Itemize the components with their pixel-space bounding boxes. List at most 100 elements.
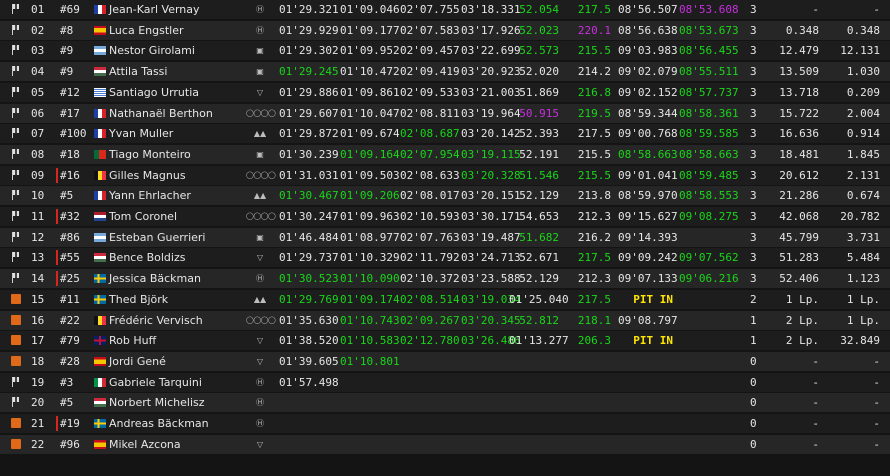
table-row[interactable]: 22 #96 Mikel Azcona ▽ 0 - - <box>0 434 890 454</box>
position: 20 <box>31 396 45 410</box>
table-row[interactable]: 03 #9 Nestor Girolami ▣ 01'29.302 01'09.952 02… <box>0 41 890 61</box>
driver-name[interactable]: Nestor Girolami <box>109 41 195 60</box>
speed-trap-1: 50.915 <box>519 106 559 120</box>
driver-name[interactable]: Santiago Urrutia <box>109 83 199 102</box>
speed-trap-2: 216.8 <box>577 85 611 99</box>
driver-name[interactable]: Tom Coronel <box>109 207 177 226</box>
driver-name[interactable]: Rob Huff <box>109 331 156 350</box>
sector-1: 01'10.743 <box>340 313 400 327</box>
position: 19 <box>31 375 45 389</box>
laps-completed: 1 <box>750 313 757 327</box>
table-row[interactable]: 19 #3 Gabriele Tarquini Ⓗ 01'57.498 0 - - <box>0 372 890 392</box>
table-row[interactable]: 18 #28 Jordi Gené ▽ 01'39.605 01'10.801 0 - - <box>0 351 890 371</box>
sector-1: 01'09.174 <box>340 292 400 306</box>
driver-name[interactable]: Nathanaël Berthon <box>109 104 213 123</box>
driver-name[interactable]: Jean-Karl Vernay <box>109 0 200 19</box>
table-row[interactable]: 09 #16 Gilles Magnus ◯◯◯◯ 01'31.031 01'09.503… <box>0 165 890 185</box>
speed-trap-1 <box>509 352 559 371</box>
driver-name[interactable]: Norbert Michelisz <box>109 393 205 412</box>
checkered-flag-icon <box>11 66 21 77</box>
table-row[interactable]: 15 #11 Thed Björk ▲▲ 01'29.769 01'09.174 02'08… <box>0 289 890 309</box>
position: 14 <box>31 272 45 286</box>
driver-name[interactable]: Thed Björk <box>109 290 168 309</box>
table-row[interactable]: 13 #55 Bence Boldizs ▽ 01'29.737 01'10.329 02'… <box>0 248 890 268</box>
driver-name[interactable]: Jordi Gené <box>109 352 166 371</box>
last-lap: 08'56.638 <box>618 23 678 37</box>
best-lap: 01'35.630 <box>279 313 339 327</box>
table-row[interactable]: 14 #25 Jessica Bäckman Ⓗ 01'30.523 01'10.090 0… <box>0 269 890 289</box>
best-lap: 01'29.872 <box>279 127 339 141</box>
car-number: #5 <box>60 189 74 203</box>
checkered-flag-icon <box>11 273 21 284</box>
speed-trap-1: 52.020 <box>519 65 559 79</box>
interval: 1 Lp. <box>846 292 880 306</box>
driver-name[interactable]: Andreas Bäckman <box>109 414 209 433</box>
best-lap-time: 08'58.663 <box>679 147 739 161</box>
best-lap: 01'57.498 <box>279 375 339 389</box>
table-row[interactable]: 05 #12 Santiago Urrutia ▽ 01'29.886 01'09.861… <box>0 82 890 102</box>
table-row[interactable]: 20 #5 Norbert Michelisz Ⓗ 0 - - <box>0 393 890 413</box>
lynk-logo-icon: ▲▲ <box>253 191 267 201</box>
table-row[interactable]: 12 #86 Esteban Guerrieri ▣ 01'46.484 01'08.97… <box>0 227 890 247</box>
table-row[interactable]: 21 #19 Andreas Bäckman Ⓗ 0 - - <box>0 414 890 433</box>
table-row[interactable]: 01 #69 Jean-Karl Vernay Ⓗ 01'29.321 01'09.046… <box>0 0 890 19</box>
interval: 2.131 <box>846 168 880 182</box>
driver-name[interactable]: Frédéric Vervisch <box>109 311 203 330</box>
driver-name[interactable]: Jessica Bäckman <box>109 269 201 288</box>
checkered-flag-icon <box>11 376 21 387</box>
table-row[interactable]: 06 #17 Nathanaël Berthon ◯◯◯◯ 01'29.607 01'10… <box>0 103 890 123</box>
best-lap-time <box>679 393 734 412</box>
nationality-flag-icon <box>94 232 106 242</box>
driver-name[interactable]: Gilles Magnus <box>109 166 186 185</box>
position: 21 <box>31 417 45 430</box>
sector-2: 02'07.763 <box>400 230 460 244</box>
cupra-logo-icon: ▽ <box>256 87 264 97</box>
best-lap-time: 08'56.455 <box>679 44 739 58</box>
last-lap: 09'14.393 <box>618 230 678 244</box>
cupra-logo-icon: ▽ <box>256 253 264 263</box>
last-lap: 09'15.627 <box>618 210 678 223</box>
table-row[interactable]: 02 #8 Luca Engstler Ⓗ 01'29.929 01'09.177 02'0… <box>0 20 890 40</box>
driver-name[interactable]: Luca Engstler <box>109 21 184 40</box>
car-number: #28 <box>60 354 80 368</box>
driver-name[interactable]: Attila Tassi <box>109 62 167 81</box>
laps-completed: 0 <box>750 396 757 410</box>
speed-trap-2: 216.2 <box>577 230 611 244</box>
table-row[interactable]: 07 #100 Yvan Muller ▲▲ 01'29.872 01'09.674 02'… <box>0 124 890 144</box>
interval: 32.849 <box>840 334 880 348</box>
car-number: #5 <box>60 396 74 410</box>
last-lap <box>618 373 673 392</box>
driver-name[interactable]: Gabriele Tarquini <box>109 373 202 392</box>
driver-name[interactable]: Yann Ehrlacher <box>109 186 191 205</box>
last-lap <box>618 414 673 433</box>
retired-status-icon <box>11 438 21 449</box>
driver-name[interactable]: Esteban Guerrieri <box>109 228 205 247</box>
table-row[interactable]: 16 #22 Frédéric Vervisch ◯◯◯◯ 01'35.630 01'10… <box>0 310 890 330</box>
table-row[interactable]: 17 #79 Rob Huff ▽ 01'38.520 01'10.583 02'12.78… <box>0 331 890 351</box>
best-lap: 01'39.605 <box>279 354 339 368</box>
driver-name[interactable]: Yvan Muller <box>109 124 173 143</box>
driver-name[interactable]: Mikel Azcona <box>109 435 181 454</box>
nationality-flag-icon <box>94 253 106 263</box>
nationality-flag-icon <box>94 67 106 77</box>
table-row[interactable]: 08 #18 Tiago Monteiro ▣ 01'30.239 01'09.164 02… <box>0 144 890 164</box>
table-row[interactable]: 10 #5 Yann Ehrlacher ▲▲ 01'30.467 01'09.206 02… <box>0 186 890 206</box>
audi-logo-icon: ◯◯◯◯ <box>246 315 276 324</box>
laps-completed: 3 <box>750 23 757 37</box>
sector-1: 01'09.963 <box>340 210 400 223</box>
checkered-flag-icon <box>11 24 21 35</box>
table-row[interactable]: 04 #9 Attila Tassi ▣ 01'29.245 01'10.472 02'09… <box>0 62 890 82</box>
last-lap: PIT IN <box>633 334 673 348</box>
driver-name[interactable]: Bence Boldizs <box>109 248 185 267</box>
nationality-flag-icon <box>94 419 106 428</box>
hyundai-logo-icon: Ⓗ <box>256 419 264 428</box>
speed-trap-2: 213.8 <box>577 189 611 203</box>
driver-name[interactable]: Tiago Monteiro <box>109 145 191 164</box>
nationality-flag-icon <box>94 377 106 387</box>
gap-to-leader: 2 Lp. <box>785 313 819 327</box>
table-row[interactable]: 11 #32 Tom Coronel ◯◯◯◯ 01'30.247 01'09.963 02… <box>0 207 890 226</box>
best-lap: 01'29.886 <box>279 85 339 99</box>
interval: 0.348 <box>846 23 880 37</box>
interval: - <box>873 354 880 368</box>
last-lap: 08'59.344 <box>618 106 678 120</box>
